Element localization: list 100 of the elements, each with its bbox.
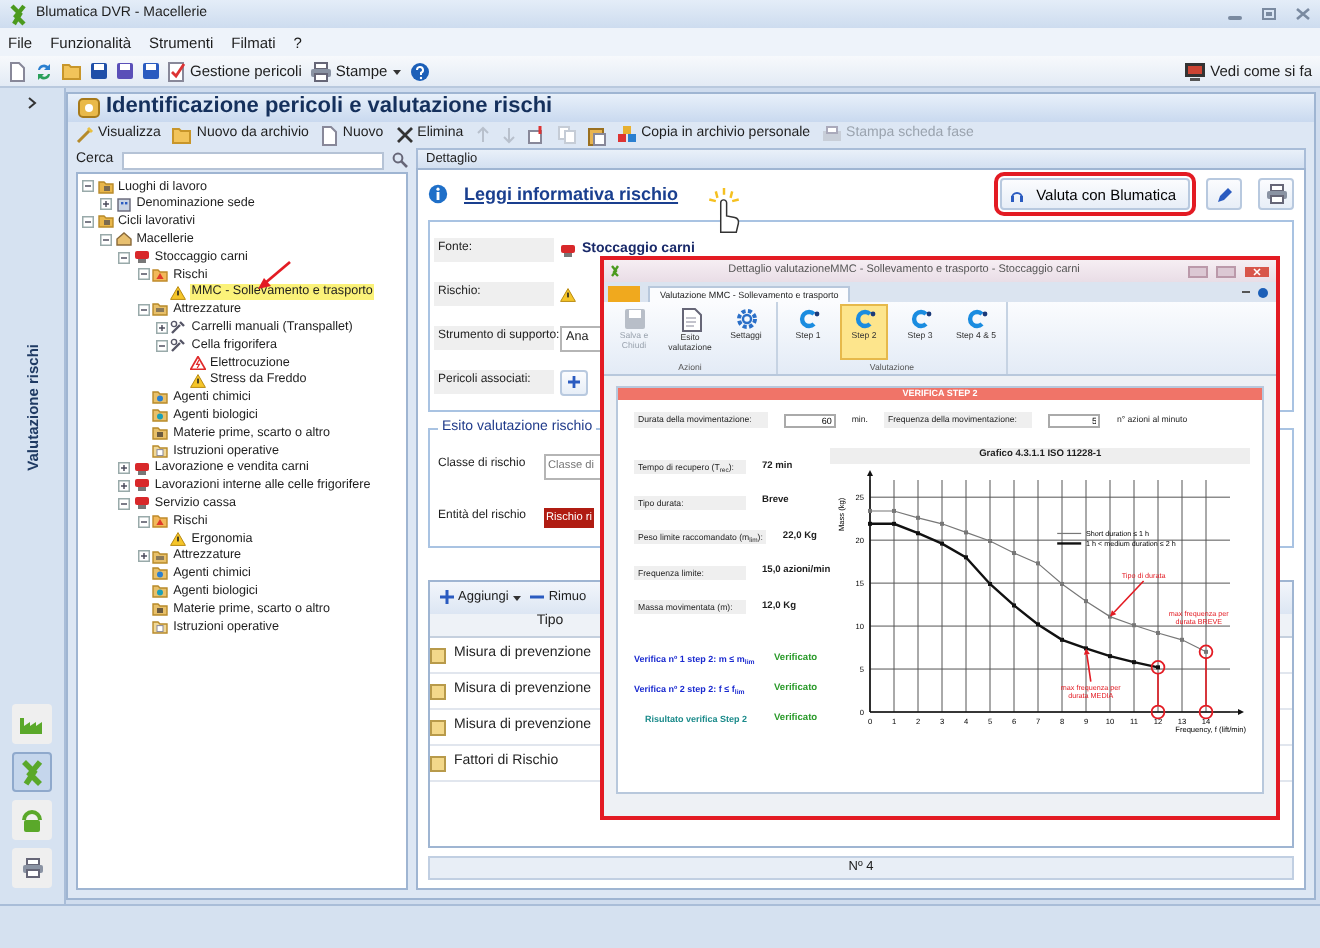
printer-icon [309, 61, 332, 81]
caret-icon [512, 593, 523, 602]
archive-icon [172, 126, 193, 144]
machine-icon [133, 250, 150, 265]
data-point [1084, 599, 1089, 604]
warning-icon [560, 287, 576, 301]
sidebar-button[interactable] [12, 800, 52, 840]
close-icon [1294, 6, 1312, 22]
expand-toggle[interactable] [137, 303, 150, 316]
annotation-arrow [1084, 648, 1092, 683]
warning-icon [189, 355, 205, 370]
expand-toggle[interactable] [155, 321, 168, 334]
toolbar-button[interactable] [527, 126, 546, 144]
expand-toggle[interactable] [82, 180, 94, 193]
data-point [1036, 561, 1041, 566]
add-button[interactable] [560, 369, 588, 395]
expand-toggle[interactable] [155, 339, 168, 352]
arrow-down-icon [501, 126, 516, 144]
factory-icon [18, 712, 46, 736]
data-point [1132, 623, 1137, 628]
floppy-icon [142, 62, 160, 80]
expand-toggle[interactable] [137, 515, 150, 528]
blocks-icon [617, 126, 638, 144]
delete-icon [395, 126, 414, 144]
folder-icon [152, 408, 169, 423]
info-link[interactable]: Leggi informativa rischio [464, 183, 679, 205]
expand-toggle[interactable] [137, 550, 150, 563]
expand-toggle[interactable] [100, 233, 113, 246]
building-icon [115, 197, 132, 212]
sidebar-button[interactable] [12, 704, 52, 744]
step-icon [853, 308, 875, 330]
flag-icon [527, 126, 546, 144]
row-icon [430, 719, 446, 735]
gear-icon [735, 308, 757, 330]
machine-icon [560, 243, 576, 257]
machine-icon [133, 496, 150, 511]
house-icon [115, 232, 132, 247]
data-point [964, 530, 969, 535]
app-logo-icon [610, 264, 620, 278]
folder-icon [152, 267, 169, 282]
floppy-icon [623, 308, 645, 330]
data-point [868, 521, 873, 526]
data-point [1012, 603, 1017, 608]
sync-icon [34, 61, 54, 81]
data-point [1132, 660, 1137, 665]
data-point [964, 555, 969, 560]
folder-icon [152, 302, 169, 317]
data-point [1012, 551, 1017, 556]
data-point [940, 541, 945, 546]
close-icon [1244, 265, 1270, 277]
app-logo-icon [8, 3, 28, 25]
data-point [1204, 649, 1209, 654]
expand-toggle[interactable] [100, 198, 113, 211]
step-icon [965, 308, 987, 330]
data-point [892, 521, 897, 526]
data-point [988, 581, 993, 586]
floppy-icon [90, 62, 108, 80]
print-button[interactable] [1258, 178, 1294, 210]
expand-toggle[interactable] [118, 251, 131, 264]
pen-icon [1215, 185, 1233, 203]
data-point [892, 508, 897, 513]
monitor-icon [1184, 61, 1207, 81]
info-icon [428, 184, 448, 204]
module-icon [78, 98, 100, 118]
expand-toggle[interactable] [118, 462, 131, 475]
data-point [916, 531, 921, 536]
printer-icon [1265, 184, 1287, 204]
folder-icon [152, 390, 169, 405]
checklist-icon [168, 61, 186, 81]
warning-icon [189, 373, 205, 388]
row-icon [430, 683, 446, 699]
minus-icon [530, 590, 545, 605]
tool-icon [170, 338, 187, 353]
highlight-drawing [1198, 644, 1214, 720]
edit-button[interactable] [1206, 178, 1242, 210]
data-point [940, 521, 945, 526]
tool-icon [170, 320, 187, 335]
sidebar-button[interactable] [12, 848, 52, 888]
document-icon [679, 308, 701, 332]
module-title: Identificazione pericoli e valutazione rischi [106, 94, 553, 122]
print-icon [822, 126, 843, 144]
expand-toggle[interactable] [137, 268, 150, 281]
minimize-icon [1188, 265, 1208, 277]
warning-icon [170, 285, 187, 300]
search-field[interactable] [121, 151, 384, 169]
step-icon [909, 308, 931, 330]
floppy-icon [116, 62, 134, 80]
hand-cursor-icon [706, 186, 742, 236]
row-icon [430, 647, 446, 663]
maximize-icon [1216, 265, 1236, 277]
copy-icon [557, 126, 576, 144]
plus-icon [440, 590, 454, 605]
step-icon [797, 308, 819, 330]
expand-toggle[interactable] [118, 497, 131, 510]
expand-toggle[interactable] [82, 215, 94, 228]
expand-toggle[interactable] [118, 479, 131, 492]
folder-icon [97, 214, 113, 229]
chevron-icon [26, 96, 38, 110]
toolbar-button[interactable] [587, 125, 606, 145]
plus-icon [568, 376, 580, 388]
